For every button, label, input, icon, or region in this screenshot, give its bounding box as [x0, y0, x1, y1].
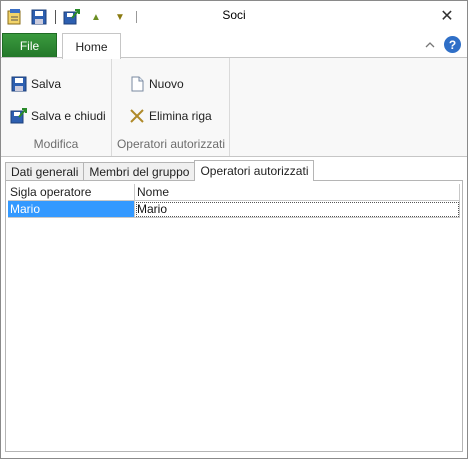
grid-header-row: Sigla operatore Nome [8, 184, 460, 201]
nuovo-label: Nuovo [149, 77, 184, 91]
ribbon-group-modifica: Salva Salva e chiudi Modifica [1, 58, 112, 156]
file-tab[interactable]: File [2, 33, 57, 58]
collapse-ribbon-icon[interactable] [423, 38, 437, 52]
salva-label: Salva [31, 77, 62, 91]
elimina-riga-button[interactable]: Elimina riga [128, 105, 212, 127]
operators-grid[interactable]: Sigla operatore Nome Mario Mario [8, 184, 460, 218]
delete-x-icon [128, 107, 146, 125]
group-label-operatori-autorizzati: Operatori autorizzati [116, 137, 226, 151]
new-document-icon [128, 75, 146, 93]
tab-operatori-autorizzati[interactable]: Operatori autorizzati [194, 160, 315, 181]
salva-button[interactable]: Salva [10, 73, 61, 95]
window: ▲ ▼ Soci ✕ File Home ? Salva Salva e chi… [0, 0, 468, 459]
ribbon: Salva Salva e chiudi Modifica Nuovo Elim… [1, 57, 467, 157]
tab-membri-del-gruppo[interactable]: Membri del gruppo [83, 162, 196, 181]
save-icon [10, 75, 28, 93]
home-tab[interactable]: Home [62, 33, 121, 59]
table-row[interactable]: Mario Mario [8, 201, 460, 218]
nuovo-button[interactable]: Nuovo [128, 73, 184, 95]
ribbon-group-operatori-autorizzati: Nuovo Elimina riga Operatori autorizzati [113, 58, 230, 156]
cell-sigla-operatore[interactable]: Mario [8, 201, 135, 218]
elimina-riga-label: Elimina riga [149, 109, 212, 123]
close-button[interactable]: ✕ [435, 5, 459, 27]
cell-nome[interactable]: Mario [135, 201, 460, 218]
salva-e-chiudi-label: Salva e chiudi [31, 109, 106, 123]
save-close-icon [10, 107, 28, 125]
title-bar: ▲ ▼ Soci ✕ [1, 1, 467, 32]
column-header-nome[interactable]: Nome [135, 184, 460, 201]
tab-panel: Sigla operatore Nome Mario Mario [5, 180, 463, 452]
content-area: Dati generali Membri del gruppo Operator… [1, 158, 467, 458]
tab-dati-generali[interactable]: Dati generali [5, 162, 85, 181]
window-title: Soci [222, 8, 246, 22]
ribbon-tab-row: File Home ? [1, 32, 467, 59]
column-header-sigla-operatore[interactable]: Sigla operatore [8, 184, 135, 201]
salva-e-chiudi-button[interactable]: Salva e chiudi [10, 105, 106, 127]
help-icon[interactable]: ? [444, 36, 461, 53]
group-label-modifica: Modifica [33, 137, 79, 151]
content-tabs: Dati generali Membri del gruppo Operator… [5, 160, 315, 181]
